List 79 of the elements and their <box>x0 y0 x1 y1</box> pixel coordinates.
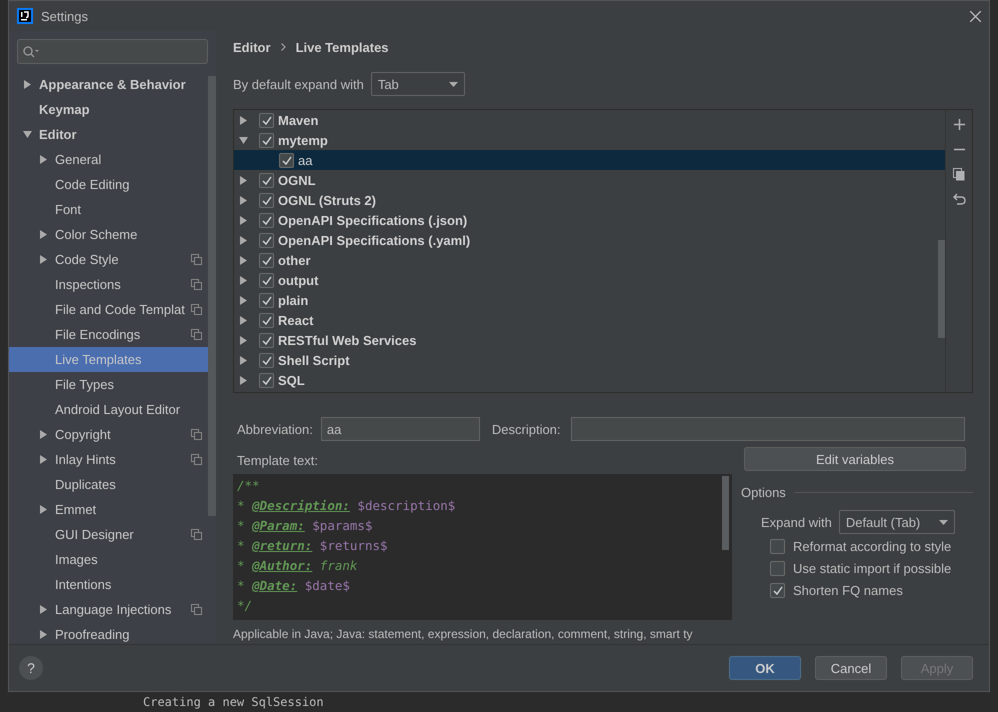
template-row[interactable]: RESTful Web Services <box>234 330 945 350</box>
dialog-button[interactable]: OK <box>729 656 801 680</box>
code-line: * @Author: frank <box>237 557 358 575</box>
section-title: Options <box>741 485 786 500</box>
template-label: OGNL (Struts 2) <box>278 192 376 208</box>
template-label: OGNL <box>278 172 316 188</box>
edit-variables-button[interactable]: Edit variables <box>744 447 966 471</box>
sidebar-item[interactable]: Proofreading <box>9 622 208 644</box>
checkbox-label: Use static import if possible <box>793 561 952 576</box>
template-label: plain <box>278 292 308 308</box>
sidebar-item[interactable]: Color Scheme <box>9 222 208 247</box>
sidebar-item[interactable]: File Encodings <box>9 322 208 347</box>
code-line: * @return: $returns$ <box>237 537 389 555</box>
template-label: Maven <box>278 112 318 128</box>
dialog-button[interactable]: Cancel <box>815 656 887 680</box>
template-row[interactable]: aa <box>234 150 945 170</box>
sidebar-item[interactable]: Copyright <box>9 422 208 447</box>
template-row[interactable]: output <box>234 270 945 290</box>
template-row[interactable]: SQL <box>234 370 945 390</box>
template-row[interactable]: Shell Script <box>234 350 945 370</box>
sidebar-item[interactable]: File Types <box>9 372 208 397</box>
field-label: Description: <box>492 422 561 436</box>
code-line: * @Date: $date$ <box>237 577 351 595</box>
sidebar-item[interactable]: Emmet <box>9 497 208 522</box>
breadcrumb: Editor <box>233 40 271 54</box>
abbreviation-field[interactable]: aa <box>320 417 480 441</box>
template-row[interactable]: OGNL <box>234 170 945 190</box>
sidebar-item[interactable]: Font <box>9 197 208 222</box>
sidebar-item[interactable]: Inlay Hints <box>9 447 208 472</box>
window-title: Settings <box>41 8 89 24</box>
sidebar-item[interactable]: Intentions <box>9 572 208 597</box>
field-label: Expand with <box>761 514 832 530</box>
template-row[interactable]: OpenAPI Specifications (.yaml) <box>234 230 945 250</box>
sidebar-item[interactable]: Appearance & Behavior <box>9 72 208 97</box>
expand-with-dropdown[interactable]: Default (Tab) <box>838 510 955 534</box>
sidebar-item[interactable]: GUI Designer <box>9 522 208 547</box>
template-label: output <box>278 272 318 288</box>
template-row[interactable]: other <box>234 250 945 270</box>
template-editor[interactable]: /** * @Description: $description$ * @Param: $params$ * @return: $returns$ * @Author: frank * @Date: $date$ */ <box>233 474 732 620</box>
sidebar-item[interactable]: File and Code Templat <box>9 297 208 322</box>
template-label: RESTful Web Services <box>278 332 416 348</box>
console-line: Creating a new SqlSession <box>143 694 324 710</box>
template-label: other <box>278 252 310 268</box>
sidebar-item[interactable]: Code Style <box>9 247 208 272</box>
template-row[interactable]: React <box>234 310 945 330</box>
sidebar-item[interactable]: Editor <box>9 122 208 147</box>
field-label: Abbreviation: <box>237 422 313 436</box>
template-row[interactable]: plain <box>234 290 945 310</box>
checkbox-label: Reformat according to style <box>793 539 952 554</box>
template-label: OpenAPI Specifications (.yaml) <box>278 232 470 248</box>
template-row[interactable]: Maven <box>234 110 945 130</box>
breadcrumb: Live Templates <box>296 40 389 54</box>
code-line: */ <box>237 597 254 615</box>
template-label: SQL <box>278 372 305 388</box>
sidebar-item[interactable]: Android Layout Editor <box>9 397 208 422</box>
template-row[interactable]: OGNL (Struts 2) <box>234 190 945 210</box>
field-label: By default expand with <box>233 76 364 92</box>
template-row[interactable]: mytemp <box>234 130 945 150</box>
field-label: Template text: <box>237 453 319 468</box>
template-row[interactable]: OpenAPI Specifications (.json) <box>234 210 945 230</box>
sidebar-item[interactable]: Inspections <box>9 272 208 297</box>
sidebar-item[interactable]: Language Injections <box>9 597 208 622</box>
sidebar-item[interactable]: General <box>9 147 208 172</box>
code-line: /** <box>237 477 261 495</box>
code-line: * @Param: $params$ <box>237 517 374 535</box>
template-label: mytemp <box>278 132 328 148</box>
sidebar-item[interactable]: Duplicates <box>9 472 208 497</box>
code-line: * @Description: $description$ <box>237 497 456 515</box>
template-label: aa <box>298 152 312 168</box>
expand-dropdown[interactable]: Tab <box>370 72 465 96</box>
applicable-contexts: Applicable in Java; Java: statement, expression, declaration, comment, string, smart ty <box>233 626 693 642</box>
checkbox-label: Shorten FQ names <box>793 583 903 598</box>
sidebar-item[interactable]: Images <box>9 547 208 572</box>
template-label: Shell Script <box>278 352 350 368</box>
help-button[interactable]: ? <box>19 656 43 680</box>
template-label: OpenAPI Specifications (.json) <box>278 212 468 228</box>
template-label: React <box>278 312 314 328</box>
sidebar-item[interactable]: Code Editing <box>9 172 208 197</box>
sidebar-item[interactable]: Keymap <box>9 97 208 122</box>
